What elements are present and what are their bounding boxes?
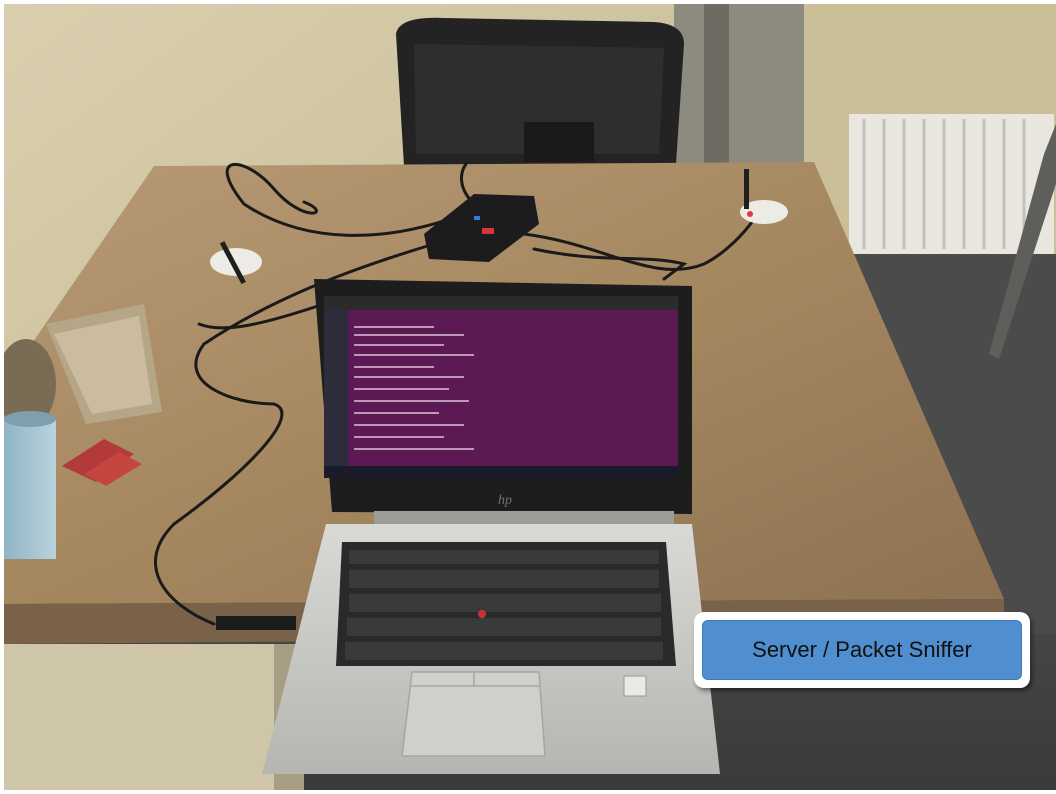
intel-sticker [623,675,647,697]
trackpoint [478,610,486,618]
caption-text: Server / Packet Sniffer [752,637,972,662]
caption-label-box: Server / Packet Sniffer [702,620,1022,680]
office-chair [396,17,684,166]
laptop-screen [324,296,678,478]
curtain-fold [704,4,729,164]
hp-logo-icon: hp [498,493,512,508]
usb-stick [216,616,296,630]
coffee-cup [4,411,56,559]
desk-leg-left [4,644,274,790]
curtain [674,4,804,174]
caption-box: Server / Packet Sniffer [694,612,1030,688]
laptop: hp [262,279,720,774]
